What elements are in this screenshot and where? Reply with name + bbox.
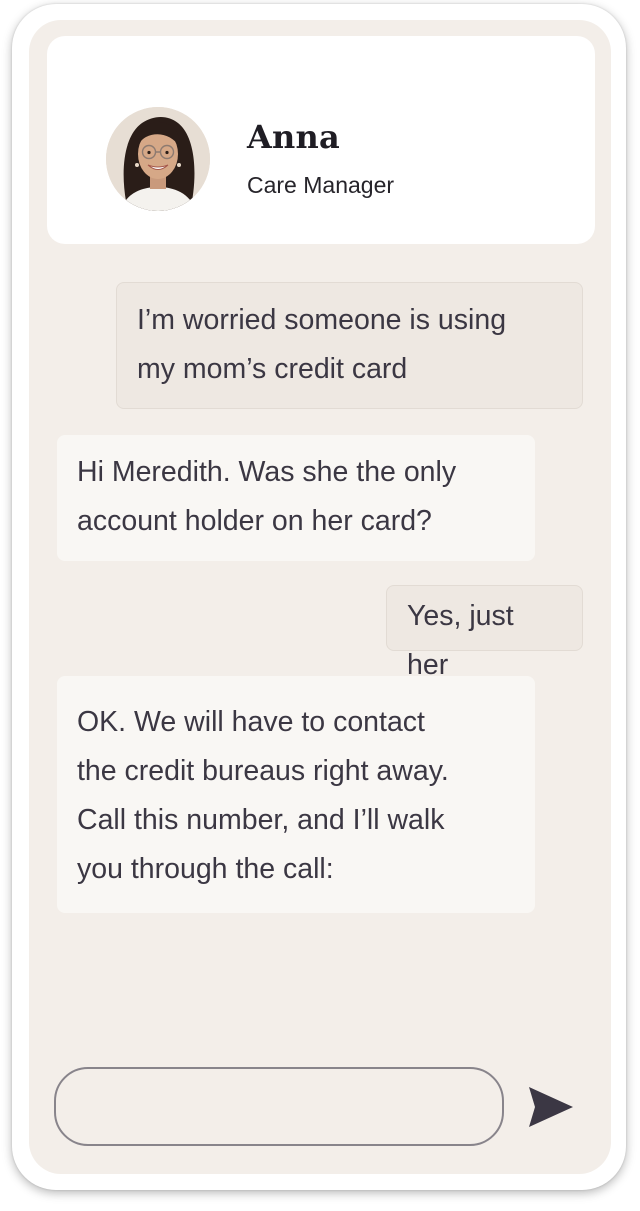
contact-header: Anna Care Manager bbox=[47, 36, 595, 244]
message-bubble-incoming: OK. We will have to contact the credit b… bbox=[57, 676, 535, 913]
message-input[interactable] bbox=[54, 1067, 504, 1146]
avatar-photo bbox=[106, 107, 210, 211]
chat-screen: Anna Care Manager I’m worried someone is… bbox=[29, 20, 611, 1174]
avatar[interactable] bbox=[106, 107, 210, 211]
phone-frame: Anna Care Manager I’m worried someone is… bbox=[12, 4, 626, 1190]
send-arrow-icon bbox=[529, 1087, 573, 1127]
contact-name: Anna bbox=[247, 118, 340, 156]
message-bubble-outgoing: Yes, just her bbox=[386, 585, 583, 681]
message-bubble-outgoing: I’m worried someone is using my mom’s cr… bbox=[116, 282, 583, 409]
message-bubble-incoming: Hi Meredith. Was she the only account ho… bbox=[57, 435, 535, 561]
contact-role: Care Manager bbox=[247, 172, 395, 198]
send-button[interactable] bbox=[523, 1083, 579, 1133]
